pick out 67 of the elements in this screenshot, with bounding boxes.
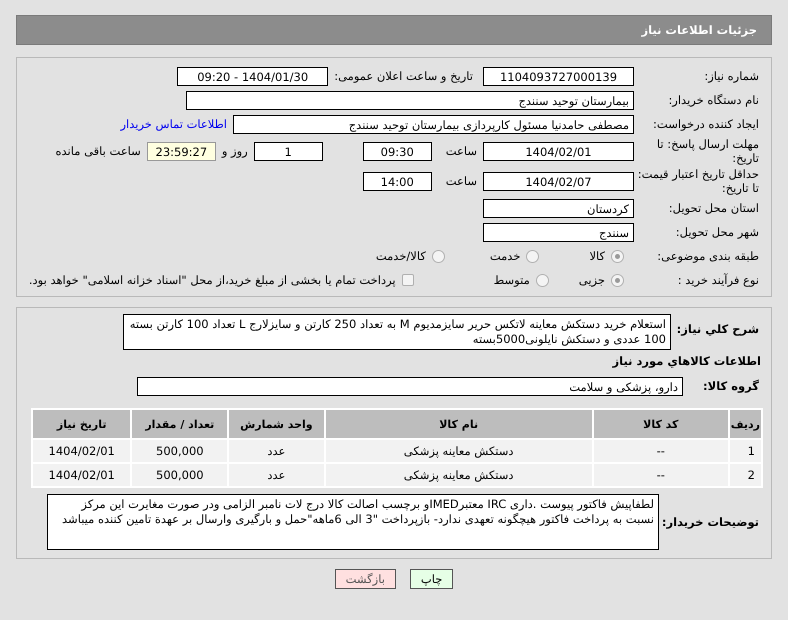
field-label: شهر محل تحویل:: [674, 225, 760, 239]
announce-date-field: 1404/01/30 - 09:20: [177, 66, 328, 86]
table-cell: --: [592, 463, 729, 487]
province-field: کردستان: [483, 198, 634, 218]
validity-time-field: 14:00: [362, 172, 432, 190]
deadline-date-field: 1404/02/01: [483, 142, 634, 160]
column-header: ردیف: [728, 409, 762, 439]
field-label: نوع فرآیند خرید :: [676, 273, 760, 287]
checkbox-label: پرداخت تمام یا بخشی از مبلغ خرید،از محل "اسناد خزانه اسلامی" خواهد بود.: [28, 273, 396, 287]
field-label: حداقل تاریخ اعتبار قیمت: تا تاریخ:: [636, 167, 760, 195]
field-label: مهلت ارسال پاسخ: تا تاریخ:: [656, 137, 760, 165]
print-button[interactable]: چاپ: [410, 569, 454, 589]
table-cell: 2: [728, 463, 762, 487]
buyer-org-field: بیمارستان توحید سنندج: [186, 90, 634, 110]
column-header: نام کالا: [324, 409, 593, 439]
column-header: تعداد / مقدار: [131, 409, 228, 439]
field-label: شماره نیاز:: [703, 69, 760, 83]
radio-button[interactable]: [526, 250, 540, 262]
remaining-label: ساعت باقی مانده: [56, 144, 141, 158]
column-header: کد کالا: [592, 409, 729, 439]
remaining-time-field: 23:59:27: [146, 142, 216, 160]
column-header: تاریخ نیاز: [32, 409, 132, 439]
table-cell: دستکش معاینه پزشکی: [324, 439, 593, 463]
section-heading: اطلاعات کالاهاي مورد نياز: [611, 353, 762, 370]
page-title: جزئیات اطلاعات نیاز: [641, 23, 757, 37]
time-label: ساعت: [446, 174, 477, 188]
time-label: ساعت: [446, 144, 477, 158]
back-button[interactable]: بازگشت: [334, 569, 396, 589]
radio-button[interactable]: [611, 250, 624, 262]
table-cell: 1404/02/01: [32, 439, 132, 463]
radio-button[interactable]: [432, 250, 445, 262]
days-label: روز و: [222, 144, 248, 158]
need-number-field: 1104093727000139: [483, 66, 634, 86]
table-cell: دستکش معاینه پزشکی: [324, 463, 593, 487]
buyer-notes-field: لطفاپیش فاکتور پیوست .داری IRC معتبرIMEDو برچسب اصالت کالا درج لات نامبر الزامی ودر صورت مغایرت این مرکز نسبت به پرداخت فاکتور هیچگونه تعهدی ندارد- بازپرداخت "3 الی 6ماهه"حمل و بارگیری وارسال بر عهدة تامین کننده میباشد: [47, 494, 659, 550]
field-label: توضیحات خریدار:: [660, 515, 760, 529]
contact-link[interactable]: اطلاعات تماس خریدار: [120, 117, 227, 131]
field-label: نام دستگاه خریدار:: [667, 93, 760, 107]
field-label: شرح کلي نياز:: [676, 321, 760, 336]
validity-date-field: 1404/02/07: [483, 172, 634, 190]
table-cell: 500,000: [131, 439, 228, 463]
radio-button[interactable]: [611, 274, 624, 286]
field-label: ایجاد کننده درخواست:: [652, 117, 760, 131]
days-field: 1: [254, 142, 323, 160]
field-label: استان محل تحویل:: [668, 201, 760, 215]
radio-label: خدمت: [490, 249, 520, 263]
radio-label: جزیی: [578, 273, 605, 287]
description-field: استعلام خرید دستکش معاینه لاتکس حریر سایزمدیوم M به تعداد 250 کارتن و سایزلارج L تعداد 100 کارتن بسته 100 عددی و دستکش نایلونی5000بسته: [123, 314, 671, 350]
field-label: گروه کالا:: [702, 379, 760, 393]
table-cell: 500,000: [131, 463, 228, 487]
radio-label: متوسط: [494, 273, 530, 287]
goods-group-field: دارو، پزشکی و سلامت: [137, 376, 683, 396]
radio-label: کالا/خدمت: [376, 249, 426, 263]
field-label: طبقه بندی موضوعی:: [656, 249, 760, 263]
radio-label: کالا: [589, 249, 605, 263]
table-cell: عدد: [228, 463, 325, 487]
deadline-time-field: 09:30: [362, 142, 432, 160]
table-cell: 1404/02/01: [32, 463, 132, 487]
city-field: سنندج: [483, 222, 634, 242]
checkbox[interactable]: [402, 274, 414, 286]
table-cell: عدد: [228, 439, 325, 463]
table-cell: 1: [728, 439, 762, 463]
requester-field: مصطفی حامدنیا مسئول کارپردازی بیمارستان توحید سنندج: [233, 114, 634, 134]
radio-button[interactable]: [536, 274, 549, 286]
table-cell: --: [592, 439, 729, 463]
field-label: تاریخ و ساعت اعلان عمومی:: [334, 69, 473, 83]
column-header: واحد شمارش: [228, 409, 325, 439]
